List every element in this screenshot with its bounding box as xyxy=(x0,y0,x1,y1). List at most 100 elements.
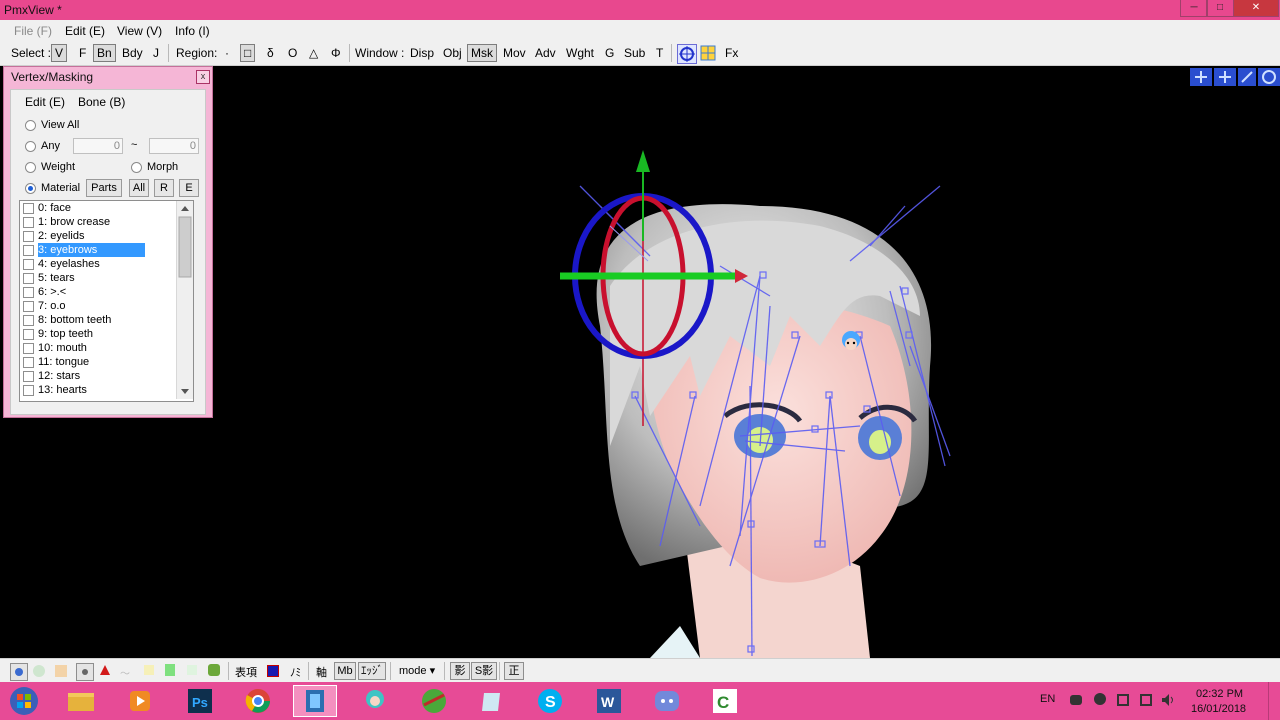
list-item[interactable]: 13: hearts xyxy=(20,383,176,397)
wire-icon[interactable] xyxy=(76,663,94,681)
miku-icon[interactable] xyxy=(353,685,397,717)
any-radio[interactable] xyxy=(25,141,36,152)
window-msk-button[interactable]: Msk xyxy=(467,44,497,62)
photoshop-icon[interactable]: Ps xyxy=(178,685,222,717)
edge-icon[interactable]: ～ xyxy=(120,665,134,680)
fx-button[interactable]: Fx xyxy=(722,45,741,61)
checkbox[interactable] xyxy=(23,371,34,382)
region-phi-button[interactable]: Φ xyxy=(328,45,344,61)
panel-close-button[interactable]: x xyxy=(196,70,210,84)
region-triangle-button[interactable]: △ xyxy=(306,45,321,61)
list-item[interactable]: 4: eyelashes xyxy=(20,257,176,271)
flag-tray-icon[interactable] xyxy=(1117,694,1129,706)
list-item[interactable]: 5: tears xyxy=(20,271,176,285)
region-point-button[interactable]: · xyxy=(222,45,232,61)
list-item[interactable]: 11: tongue xyxy=(20,355,176,369)
weight-radio[interactable] xyxy=(25,162,36,173)
axis-label[interactable]: 軸 xyxy=(316,664,327,680)
list-item[interactable]: 0: face xyxy=(20,201,176,215)
panel-menu-bone[interactable]: Bone (B) xyxy=(78,95,125,109)
window-g-button[interactable]: G xyxy=(602,45,617,61)
checkbox[interactable] xyxy=(23,203,34,214)
checkbox[interactable] xyxy=(23,217,34,228)
green-app-icon[interactable] xyxy=(412,685,456,717)
checkbox[interactable] xyxy=(23,357,34,368)
list-item[interactable]: 12: stars xyxy=(20,369,176,383)
camera-icon[interactable] xyxy=(10,663,28,681)
r-button[interactable]: R xyxy=(154,179,174,197)
notes-icon[interactable] xyxy=(470,685,514,717)
mb-button[interactable]: Mb xyxy=(334,662,356,680)
language-indicator[interactable]: EN xyxy=(1040,693,1055,705)
material-list[interactable]: 0: face 1: brow crease 2: eyelids 3: eye… xyxy=(19,200,194,402)
window-wght-button[interactable]: Wght xyxy=(563,45,597,61)
grid-toggle-icon[interactable] xyxy=(700,45,716,61)
region-rect-button[interactable]: □ xyxy=(240,44,256,62)
any-to-field[interactable]: 0 xyxy=(149,138,199,154)
list-item[interactable]: 1: brow crease xyxy=(20,215,176,229)
clock-time[interactable]: 02:32 PM xyxy=(1196,688,1243,700)
network-tray-icon[interactable] xyxy=(1140,694,1152,706)
front-view-button[interactable]: 正 xyxy=(504,662,524,680)
checkbox[interactable] xyxy=(23,231,34,242)
region-circle-button[interactable]: O xyxy=(285,45,300,61)
menu-info[interactable]: Info (I) xyxy=(175,24,210,38)
word-icon[interactable]: W xyxy=(587,685,631,717)
region-lasso-button[interactable]: δ xyxy=(264,45,277,61)
minimize-button[interactable]: ─ xyxy=(1180,0,1208,17)
volume-tray-icon[interactable] xyxy=(1161,693,1175,710)
list-scrollbar[interactable] xyxy=(176,201,193,399)
checkbox[interactable] xyxy=(23,273,34,284)
menu-view[interactable]: View (V) xyxy=(117,24,162,38)
checkbox[interactable] xyxy=(23,315,34,326)
window-t-button[interactable]: T xyxy=(653,45,666,61)
checkbox[interactable] xyxy=(23,301,34,312)
list-item[interactable]: 7: o.o xyxy=(20,299,176,313)
chrome-icon[interactable] xyxy=(236,685,280,717)
all-button[interactable]: All xyxy=(129,179,149,197)
light-green-icon[interactable] xyxy=(187,665,197,675)
panel-menu-edit[interactable]: Edit (E) xyxy=(25,95,65,109)
select-bone-button[interactable]: Bn xyxy=(93,44,116,62)
edge-button[interactable]: ｴｯｼﾞ xyxy=(358,662,386,680)
e-button[interactable]: E xyxy=(179,179,199,197)
checkbox[interactable] xyxy=(23,245,34,256)
morph-radio[interactable] xyxy=(131,162,142,173)
window-mov-button[interactable]: Mov xyxy=(500,45,529,61)
pmx-editor-icon[interactable] xyxy=(293,685,337,717)
expression-label[interactable]: 表項 xyxy=(235,664,257,680)
file-explorer-icon[interactable] xyxy=(58,685,102,717)
checkbox[interactable] xyxy=(23,259,34,270)
bone-green-icon[interactable] xyxy=(208,664,220,676)
camtasia-icon[interactable]: C xyxy=(703,685,747,717)
checkbox[interactable] xyxy=(23,287,34,298)
checkbox[interactable] xyxy=(23,385,34,396)
any-from-field[interactable]: 0 xyxy=(73,138,123,154)
yellow-icon[interactable] xyxy=(144,665,154,675)
list-item[interactable]: 6: >.< xyxy=(20,285,176,299)
material-radio[interactable] xyxy=(25,183,36,194)
list-item[interactable]: 2: eyelids xyxy=(20,229,176,243)
close-button[interactable]: ✕ xyxy=(1233,0,1279,17)
skype-icon[interactable]: S xyxy=(528,685,572,717)
texture-icon[interactable] xyxy=(55,665,67,677)
maximize-button[interactable]: □ xyxy=(1206,0,1234,17)
color-swatch-icon[interactable] xyxy=(267,665,279,677)
select-joint-button[interactable]: J xyxy=(150,45,162,61)
list-item[interactable]: 10: mouth xyxy=(20,341,176,355)
window-adv-button[interactable]: Adv xyxy=(532,45,559,61)
show-desktop-button[interactable] xyxy=(1268,682,1280,720)
checkbox[interactable] xyxy=(23,329,34,340)
select-face-button[interactable]: F xyxy=(76,45,89,61)
clock-date[interactable]: 16/01/2018 xyxy=(1191,703,1246,715)
mode-dropdown[interactable]: mode ▾ xyxy=(399,664,435,677)
view-all-radio[interactable] xyxy=(25,120,36,131)
menu-edit[interactable]: Edit (E) xyxy=(65,24,105,38)
select-vertex-button[interactable]: V xyxy=(51,44,68,62)
list-item-selected[interactable]: 3: eyebrows xyxy=(20,243,176,257)
red-triangle-icon[interactable] xyxy=(99,664,111,679)
discord-tray-icon[interactable] xyxy=(1070,695,1082,705)
window-obj-button[interactable]: Obj xyxy=(440,45,465,61)
media-player-icon[interactable] xyxy=(118,685,162,717)
gizmo-toggle-icon[interactable] xyxy=(677,44,697,64)
